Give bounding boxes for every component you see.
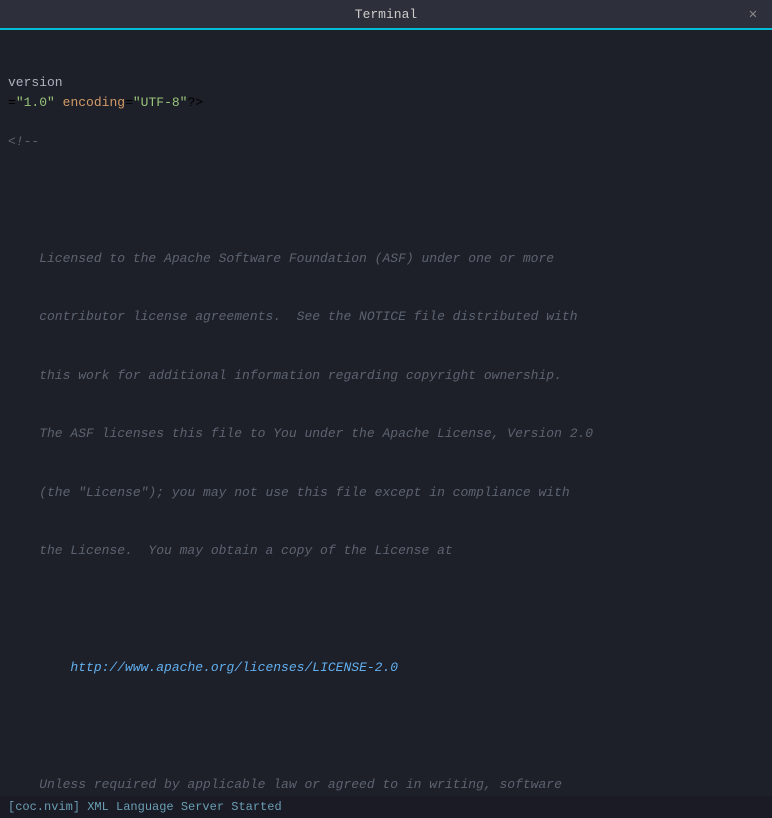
close-button[interactable]: ✕ (744, 5, 762, 23)
line-comment-1: Licensed to the Apache Software Foundati… (8, 249, 764, 269)
title-bar: Terminal ✕ (0, 0, 772, 28)
line-comment-6: the License. You may obtain a copy of th… (8, 541, 764, 561)
line-comment-5: (the "License"); you may not use this fi… (8, 483, 764, 503)
terminal-window: Terminal ✕ version="1.0" encoding="UTF-8… (0, 0, 772, 818)
line-comment-3: this work for additional information reg… (8, 366, 764, 386)
line-url: http://www.apache.org/licenses/LICENSE-2… (8, 658, 764, 678)
line-xml-decl: version (8, 73, 764, 93)
status-bar: [coc.nvim] XML Language Server Started (0, 796, 772, 818)
line-empty-3 (8, 717, 764, 737)
title-bar-title: Terminal (355, 7, 417, 22)
line-comment-open: <!-- (8, 132, 764, 152)
status-text: [coc.nvim] XML Language Server Started (8, 800, 282, 814)
line-comment-7: Unless required by applicable law or agr… (8, 775, 764, 795)
line-comment-2: contributor license agreements. See the … (8, 307, 764, 327)
line-comment-4: The ASF licenses this file to You under … (8, 424, 764, 444)
code-editor[interactable]: version="1.0" encoding="UTF-8"?> <!-- Li… (0, 34, 772, 796)
line-empty-2 (8, 600, 764, 620)
terminal-content[interactable]: version="1.0" encoding="UTF-8"?> <!-- Li… (0, 30, 772, 796)
line-empty-1 (8, 190, 764, 210)
